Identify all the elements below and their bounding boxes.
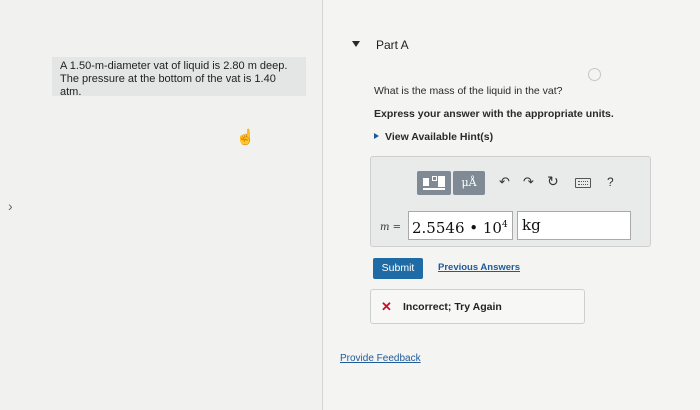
hand-cursor-icon: ☝ <box>236 129 255 146</box>
chevron-right-icon[interactable]: › <box>8 198 13 214</box>
value-base: 10 <box>482 219 502 237</box>
units-input[interactable]: kg <box>517 211 631 240</box>
view-hints-toggle[interactable]: View Available Hint(s) <box>374 131 493 143</box>
answer-equals: = <box>389 222 402 233</box>
question-text: What is the mass of the liquid in the va… <box>374 85 563 97</box>
caret-right-icon <box>374 133 379 139</box>
template-block-icon <box>423 178 429 186</box>
caret-down-icon <box>352 41 360 47</box>
problem-statement: A 1.50-m-diameter vat of liquid is 2.80 … <box>52 57 306 98</box>
submit-button[interactable]: Submit <box>373 258 423 279</box>
value-times: • <box>464 219 483 237</box>
feedback-box: ✕ Incorrect; Try Again <box>370 289 585 324</box>
answer-label: m = <box>380 222 401 233</box>
help-button[interactable]: ? <box>607 175 614 189</box>
undo-icon[interactable]: ↶ <box>499 174 510 190</box>
provide-feedback-link[interactable]: Provide Feedback <box>340 353 421 364</box>
units-button[interactable]: μÅ <box>453 171 485 195</box>
part-title: Part A <box>376 38 409 52</box>
problem-line-2: The pressure at the bottom of the vat is… <box>60 73 276 98</box>
problem-line-1: A 1.50-m-diameter vat of liquid is 2.80 … <box>60 60 288 72</box>
feedback-text: Incorrect; Try Again <box>403 301 502 313</box>
instruction-text: Express your answer with the appropriate… <box>374 108 614 120</box>
value-exponent: 4 <box>501 220 508 230</box>
previous-answers-link[interactable]: Previous Answers <box>438 262 520 273</box>
hints-label: View Available Hint(s) <box>385 131 494 143</box>
templates-button[interactable] <box>417 171 451 195</box>
template-block-icon <box>438 176 445 187</box>
status-circle-icon <box>588 68 601 81</box>
value-mantissa: 2.5546 <box>412 219 465 237</box>
template-fraction-icon <box>423 188 445 190</box>
answer-box: μÅ ↶ ↷ ↻ ? m = 2.5546 • 104 kg <box>370 156 651 247</box>
value-input[interactable]: 2.5546 • 104 <box>408 211 513 240</box>
keyboard-icon[interactable] <box>575 178 591 188</box>
incorrect-icon: ✕ <box>381 299 392 314</box>
template-superscript-icon <box>432 176 437 181</box>
reset-icon[interactable]: ↻ <box>547 173 559 190</box>
redo-icon[interactable]: ↷ <box>523 174 534 190</box>
